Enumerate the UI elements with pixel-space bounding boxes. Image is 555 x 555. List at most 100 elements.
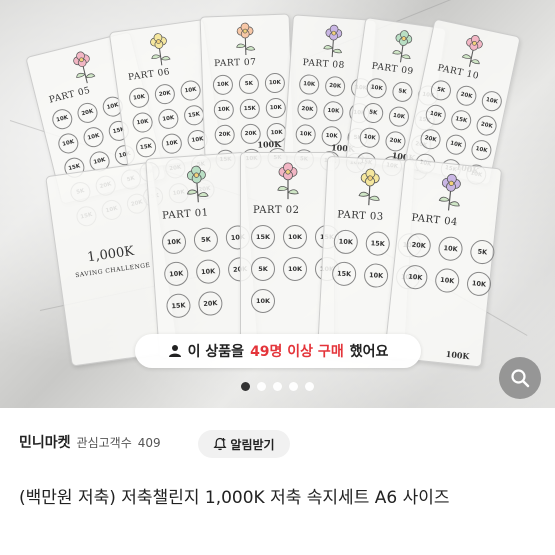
coin-circle: 10K <box>298 73 320 96</box>
coin-circle: 5K <box>251 257 275 281</box>
carousel-dot[interactable] <box>305 382 314 391</box>
card-part-label: PART 02 <box>253 205 300 216</box>
flower-illustration <box>142 31 176 69</box>
coin-circle: 10K <box>212 74 234 96</box>
coin-circle: 20K <box>384 130 407 153</box>
flower-illustration <box>386 28 420 66</box>
flower-illustration <box>455 31 491 70</box>
coin-circle: 10K <box>444 132 468 157</box>
coin-circle: 10K <box>283 225 307 249</box>
alert-subscribe-button[interactable]: 알림받기 <box>198 430 290 458</box>
coin-circle: 10K <box>358 126 382 150</box>
coin-circle: 10K <box>265 97 287 119</box>
coin-circle: 15K <box>449 108 474 133</box>
carousel-dot[interactable] <box>289 382 298 391</box>
coin-circle: 10K <box>131 111 154 134</box>
coin-circle: 10K <box>264 72 286 94</box>
flower-illustration <box>230 22 261 57</box>
purchase-highlight: 49명 이상 구매 <box>250 344 344 360</box>
carousel-dot[interactable] <box>241 382 250 391</box>
purchase-prefix: 이 상품을 <box>187 344 245 360</box>
coin-circle: 10K <box>157 107 180 131</box>
card-part-label: PART 01 <box>161 207 209 222</box>
coin-circle: 20K <box>214 124 236 146</box>
card-part-label: PART 07 <box>214 57 257 70</box>
carousel-dot[interactable] <box>273 382 282 391</box>
coin-circle: 20K <box>153 82 177 106</box>
coin-circle: 15K <box>165 292 192 319</box>
coin-circle: 10K <box>465 270 493 298</box>
coin-circle: 10K <box>322 100 345 122</box>
coin-circle: 20K <box>405 232 432 259</box>
seller-info: 민니마켓 관심고객수 409 <box>19 432 161 452</box>
coin-circle: 10K <box>479 89 504 114</box>
coin-circle: 10K <box>434 267 461 294</box>
coin-circle: 10K <box>195 258 221 285</box>
coin-circle: 10K <box>127 86 151 110</box>
product-photo[interactable]: PART 0510K20K10K10K10K15K15K10K10K5K20K5… <box>0 0 555 408</box>
flower-illustration <box>179 163 216 205</box>
purchase-suffix: 했어요 <box>349 344 389 360</box>
coin-circle: 10K <box>469 138 494 162</box>
card-total: 100K <box>445 348 470 362</box>
coin-circle: 10K <box>283 257 307 281</box>
coin-circle: 10K <box>161 229 187 255</box>
coin-circle: 10K <box>423 102 448 127</box>
coin-circle: 20K <box>324 75 346 98</box>
purchase-count-badge: 이 상품을 49명 이상 구매 했어요 <box>135 334 421 368</box>
coin-circle: 20K <box>197 290 224 317</box>
coin-circle: 15K <box>134 135 158 159</box>
coin-circle: 20K <box>474 113 499 138</box>
coin-circle: 10K <box>295 123 317 146</box>
coin-circle: 10K <box>163 261 190 287</box>
coin-circle: 10K <box>333 229 359 255</box>
coin-circle: 5K <box>238 73 260 95</box>
coin-circle: 15K <box>239 98 261 120</box>
card-part-label: PART 03 <box>336 209 384 223</box>
card-part-label: PART 08 <box>302 58 346 71</box>
coin-circle: 10K <box>387 105 411 128</box>
coin-circle: 15K <box>365 230 391 257</box>
coin-circle: 5K <box>193 226 219 253</box>
coin-circle: 20K <box>296 98 319 121</box>
coin-circle: 15K <box>251 225 275 249</box>
flower-illustration <box>431 171 469 214</box>
seller-name[interactable]: 민니마켓 <box>19 432 71 452</box>
coin-circle: 20K <box>418 127 443 152</box>
coin-circle: 10K <box>50 107 75 132</box>
coin-circle: 15K <box>331 261 357 287</box>
flower-illustration <box>271 161 305 201</box>
carousel-indicator <box>0 382 555 391</box>
coin-circle: 10K <box>437 235 464 262</box>
image-search-button[interactable] <box>499 357 541 399</box>
coin-circle: 10K <box>56 131 81 156</box>
followers-label: 관심고객수 <box>76 436 132 450</box>
person-icon <box>168 345 181 357</box>
coin-circle: 5K <box>429 78 453 103</box>
bell-plus-icon <box>213 437 227 451</box>
coin-circle: 10K <box>251 289 275 313</box>
card-part-label: PART 06 <box>127 67 171 84</box>
carousel-dot[interactable] <box>257 382 266 391</box>
flower-illustration <box>317 23 349 59</box>
product-title: (백만원 저축) 저축챌린지 1,000K 저축 속지세트 A6 사이즈 <box>19 488 450 508</box>
coin-circle: 5K <box>391 80 414 104</box>
followers-count: 409 <box>137 436 161 450</box>
coin-circle: 10K <box>402 264 429 291</box>
card-total: 100K <box>257 138 282 150</box>
coin-circle: 10K <box>213 99 235 121</box>
coin-circle: 10K <box>365 76 388 100</box>
flower-illustration <box>352 166 388 208</box>
coin-circle: 20K <box>75 100 100 126</box>
coin-circle: 10K <box>160 132 184 155</box>
coin-circle: 5K <box>469 238 496 266</box>
coin-circle: 10K <box>179 79 202 102</box>
coin-circle: 10K <box>81 125 106 150</box>
alert-button-label: 알림받기 <box>230 437 275 452</box>
flower-illustration <box>65 47 102 87</box>
coin-circle: 5K <box>361 101 385 125</box>
card-part-label: PART 04 <box>410 212 459 229</box>
coin-circle: 20K <box>454 83 479 108</box>
coin-circle: 10K <box>363 262 389 289</box>
challenge-card: PART 0710K5K10K10K15K10K20K20K10K15K10K5… <box>199 13 295 171</box>
